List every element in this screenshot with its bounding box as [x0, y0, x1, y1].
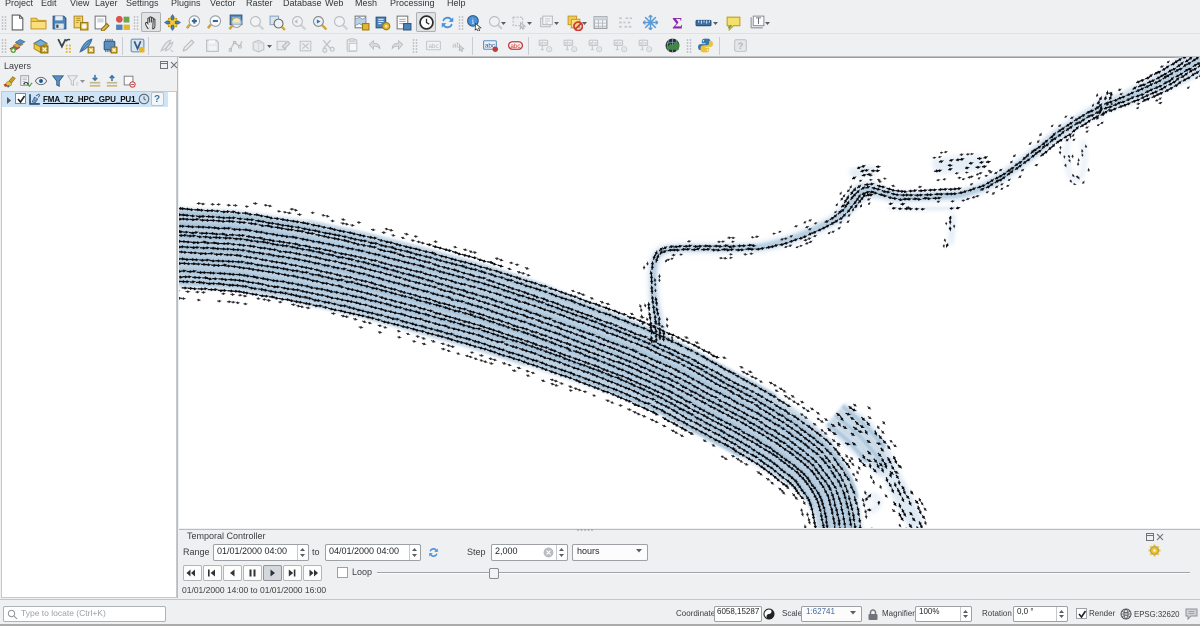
svg-text:abc: abc: [510, 43, 521, 50]
svg-text:T: T: [756, 16, 762, 26]
svg-text:abc: abc: [640, 41, 648, 47]
svg-text:abc: abc: [565, 41, 573, 47]
svg-text:Σ: Σ: [672, 15, 682, 31]
svg-text:abc: abc: [590, 41, 598, 47]
svg-text:abc: abc: [540, 41, 548, 47]
svg-text:abc: abc: [428, 43, 439, 50]
svg-text:?: ?: [738, 41, 744, 52]
svg-text:abc: abc: [615, 41, 623, 47]
